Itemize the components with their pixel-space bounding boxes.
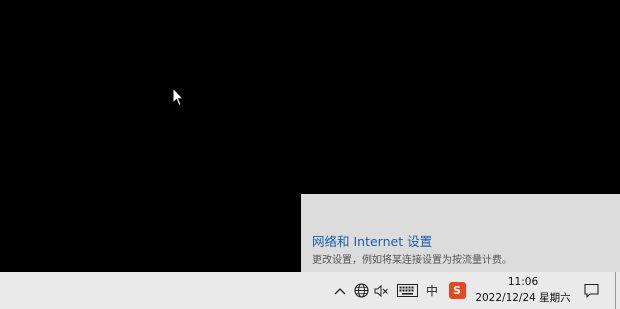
show-desktop-button[interactable] — [615, 272, 620, 309]
network-settings-description: 更改设置，例如将某连接设置为按流量计费。 — [312, 255, 512, 266]
clock-button[interactable]: 11:06 2022/12/24 星期六 — [470, 274, 576, 308]
clock-date: 2022/12/24 星期六 — [475, 292, 571, 304]
network-globe-icon — [353, 283, 369, 298]
network-button[interactable] — [352, 272, 370, 309]
ime-mode-button[interactable]: 中 — [424, 272, 440, 309]
ime-chinese-icon: 中 — [425, 284, 438, 298]
mouse-pointer-icon — [172, 87, 184, 107]
chevron-up-icon — [334, 287, 346, 294]
clock-time: 11:06 — [507, 276, 539, 288]
volume-button[interactable] — [373, 272, 390, 309]
touch-keyboard-button[interactable] — [395, 272, 419, 309]
sogou-input-button[interactable]: S — [447, 272, 467, 309]
network-settings-flyout: 网络和 Internet 设置 更改设置，例如将某连接设置为按流量计费。 — [301, 194, 620, 272]
action-center-button[interactable] — [580, 272, 602, 309]
keyboard-icon — [396, 284, 418, 297]
show-hidden-icons-button[interactable] — [332, 272, 348, 309]
taskbar: 中 S 11:06 2022/12/24 星期六 — [0, 272, 620, 309]
sogou-logo-letter: S — [453, 284, 461, 297]
notification-icon — [583, 283, 599, 298]
network-internet-settings-link[interactable]: 网络和 Internet 设置 — [312, 231, 432, 250]
sogou-input-icon: S — [448, 282, 466, 299]
speaker-muted-icon — [374, 284, 388, 297]
